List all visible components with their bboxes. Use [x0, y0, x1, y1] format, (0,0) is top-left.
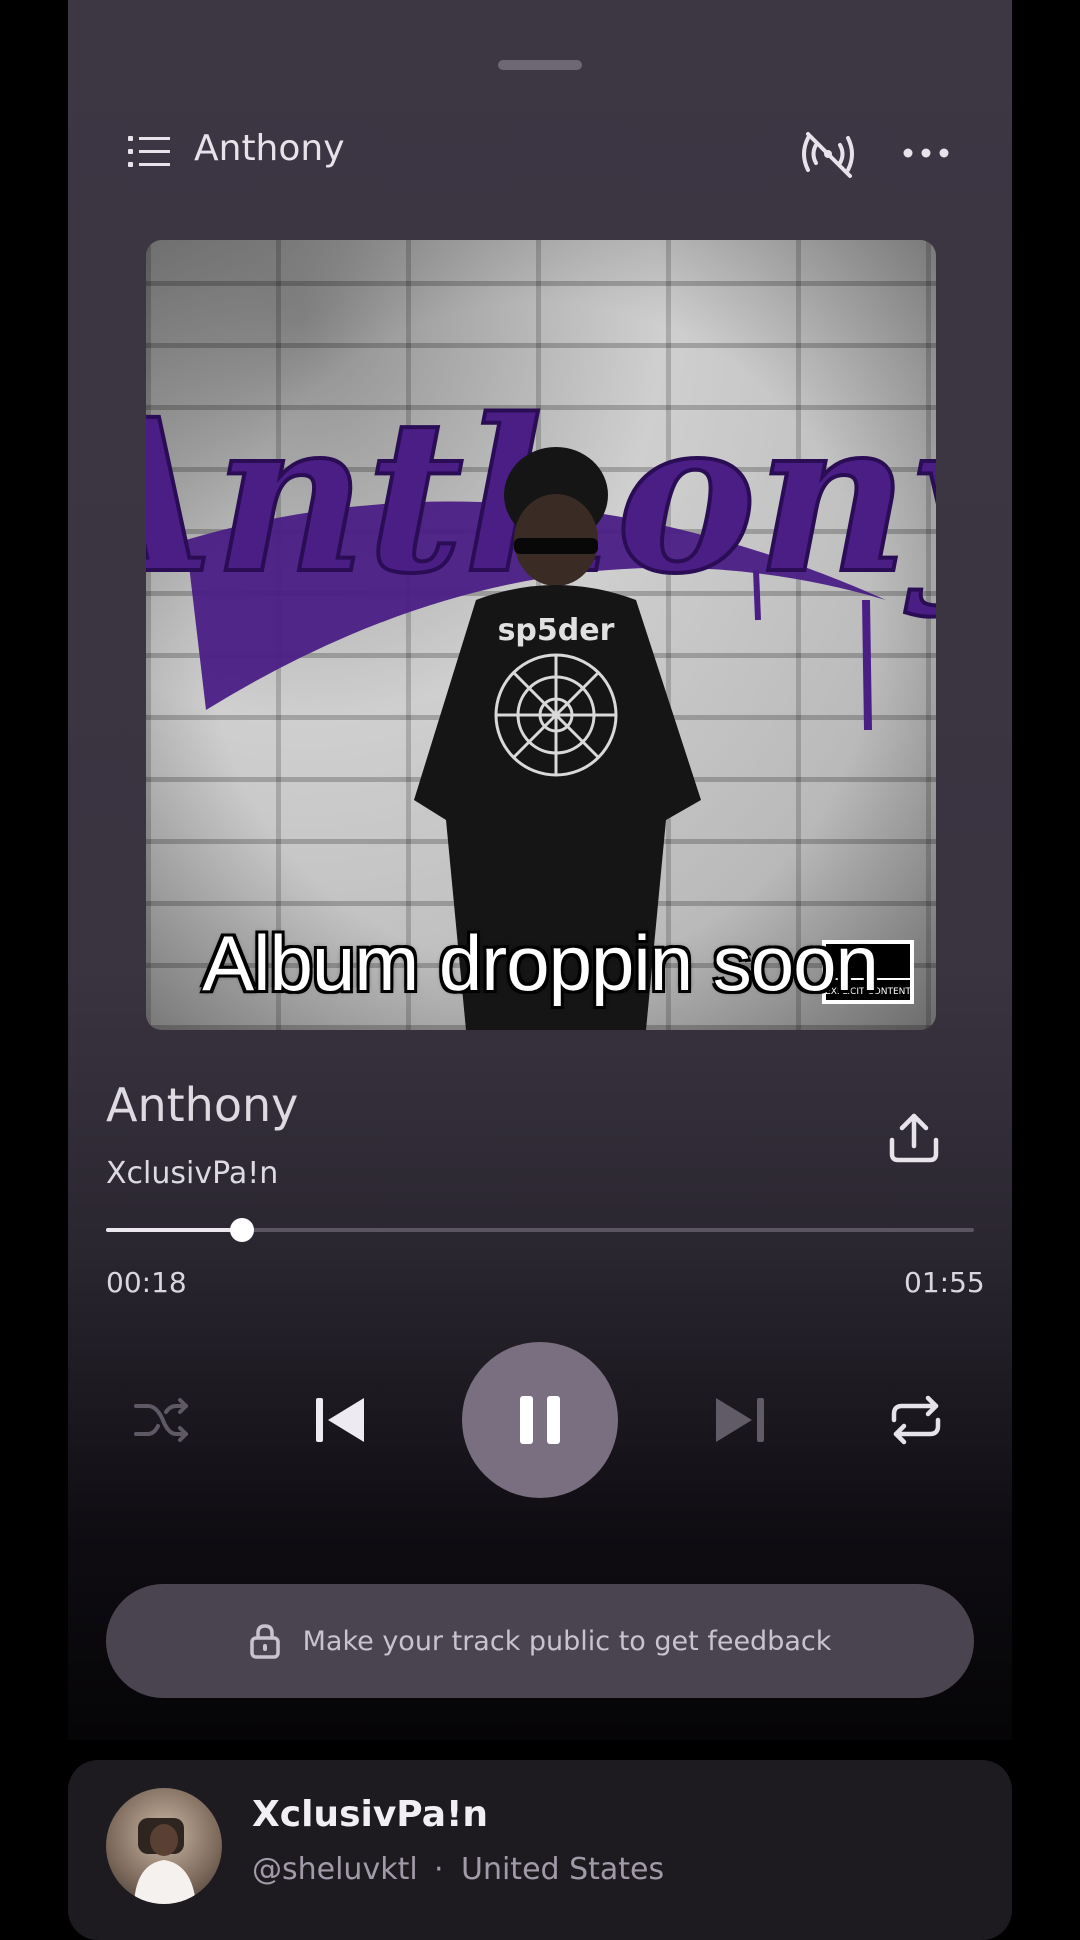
next-button[interactable] — [712, 1392, 768, 1448]
progress-thumb[interactable] — [229, 1218, 254, 1242]
repeat-button[interactable] — [888, 1394, 944, 1446]
shuffle-button[interactable] — [132, 1394, 192, 1446]
drag-handle[interactable] — [498, 60, 582, 70]
next-icon — [716, 1398, 764, 1442]
progress-fill — [106, 1228, 242, 1232]
make-public-button[interactable]: Make your track public to get feedback — [106, 1584, 974, 1698]
lock-icon — [249, 1624, 280, 1659]
more-horizontal-icon[interactable] — [900, 138, 952, 168]
progress-bar[interactable] — [106, 1218, 974, 1242]
make-public-label: Make your track public to get feedback — [302, 1625, 832, 1657]
avatar[interactable] — [106, 1788, 222, 1904]
current-time: 00:18 — [106, 1266, 187, 1299]
track-title: Anthony — [106, 1078, 299, 1132]
track-artist[interactable]: XclusivPa!n — [106, 1156, 278, 1191]
artist-country: United States — [461, 1852, 665, 1887]
shuffle-icon — [134, 1398, 188, 1442]
separator-dot: · — [434, 1852, 444, 1887]
album-cover: Anthony sp5der EXPLICIT CONTENT — [146, 240, 936, 1030]
cast-off-icon[interactable] — [798, 128, 858, 180]
previous-icon — [316, 1398, 364, 1442]
svg-text:sp5der: sp5der — [498, 613, 615, 648]
share-upload-icon[interactable] — [886, 1110, 942, 1166]
artist-name[interactable]: XclusivPa!n — [252, 1794, 488, 1835]
queue-list-icon[interactable] — [128, 134, 170, 170]
artist-handle: @sheluvktl — [252, 1852, 418, 1887]
caption-overlay: Album droppin soon — [202, 919, 879, 1007]
repeat-icon — [891, 1395, 941, 1445]
header-title: Anthony — [194, 128, 345, 169]
previous-button[interactable] — [312, 1392, 368, 1448]
total-time: 01:55 — [904, 1266, 985, 1299]
pause-button[interactable] — [462, 1342, 618, 1498]
pause-icon — [520, 1396, 560, 1444]
